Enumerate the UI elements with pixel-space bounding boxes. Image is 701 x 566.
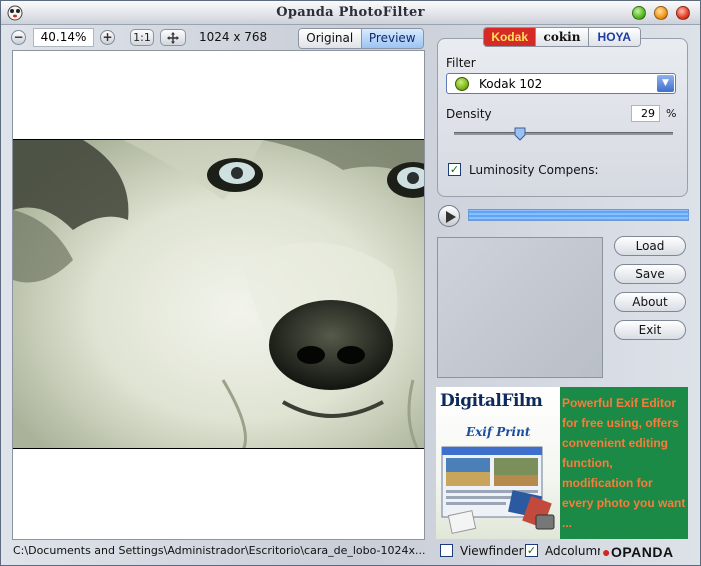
zoom-level-field[interactable]: 40.14% [33,28,94,47]
about-button[interactable]: About [614,292,686,312]
tab-kodak[interactable]: Kodak [484,28,537,46]
apply-play-button[interactable] [438,205,460,227]
original-view-button[interactable]: Original [299,29,362,48]
maximize-button[interactable] [654,6,668,20]
view-mode-switch: Original Preview [298,28,424,49]
actual-size-button[interactable]: 1:1 [130,29,154,46]
ad-graphic: DigitalFilm Exif Print [436,387,560,539]
tab-cokin[interactable]: cokin [536,28,589,46]
density-slider-track[interactable] [454,132,673,135]
viewfinder-label: Viewfinder [460,544,524,558]
exit-button[interactable]: Exit [614,320,686,340]
software-screenshot-image [441,446,555,534]
zoom-out-button[interactable]: − [11,30,26,45]
title-bar[interactable]: Opanda PhotoFilter [1,1,700,25]
opanda-logo-text: OPANDA [610,544,674,560]
filter-label: Filter [446,56,476,70]
filter-color-swatch [455,77,469,91]
move-arrows-icon [167,32,179,44]
image-canvas[interactable] [12,50,425,540]
file-path-status: C:\Documents and Settings\Administrador\… [13,544,426,557]
close-button[interactable] [676,6,690,20]
app-window: Opanda PhotoFilter − 40.14% + 1:1 1024 x… [0,0,701,566]
view-toolbar: − 40.14% + 1:1 1024 x 768 Original Previ… [9,28,425,49]
preview-view-button[interactable]: Preview [361,29,423,48]
luminosity-label: Luminosity Compens: [469,163,599,177]
window-title: Opanda PhotoFilter [276,5,425,20]
opanda-logo: ●OPANDA [602,544,674,560]
adcolumn-label: Adcolumr [545,544,600,558]
adcolumn-checkbox[interactable]: ✓ [525,544,538,557]
progress-bar [468,209,689,221]
filter-select[interactable]: Kodak 102 ▼ [446,73,676,94]
ad-title: DigitalFilm [440,391,543,411]
filter-preview-thumbnail [437,237,603,378]
ad-text: Powerful Exif Editor for free using, off… [562,396,686,530]
tab-hoya[interactable]: HOYA [588,28,640,46]
density-label: Density [446,107,492,121]
minimize-button[interactable] [632,6,646,20]
fit-to-window-button[interactable] [160,29,186,46]
save-button[interactable]: Save [614,264,686,284]
luminosity-checkbox[interactable]: ✓ [448,163,461,176]
brand-tabs: Kodak cokin HOYA [483,27,641,47]
viewfinder-checkbox[interactable] [440,544,453,557]
ad-subtitle: Exif Print [466,425,531,439]
ad-banner[interactable]: DigitalFilm Exif Print Powerful Exif Edi… [436,387,688,539]
load-button[interactable]: Load [614,236,686,256]
preview-photo [13,139,424,449]
filter-select-value: Kodak 102 [479,77,543,91]
image-resolution: 1024 x 768 [199,30,268,44]
density-unit: % [666,107,677,120]
density-input[interactable]: 29 [631,105,660,122]
wolf-photo-image [13,140,424,448]
chevron-down-icon[interactable]: ▼ [657,75,674,92]
density-slider-thumb[interactable] [514,127,526,141]
zoom-in-button[interactable]: + [100,30,115,45]
play-icon [446,211,456,223]
